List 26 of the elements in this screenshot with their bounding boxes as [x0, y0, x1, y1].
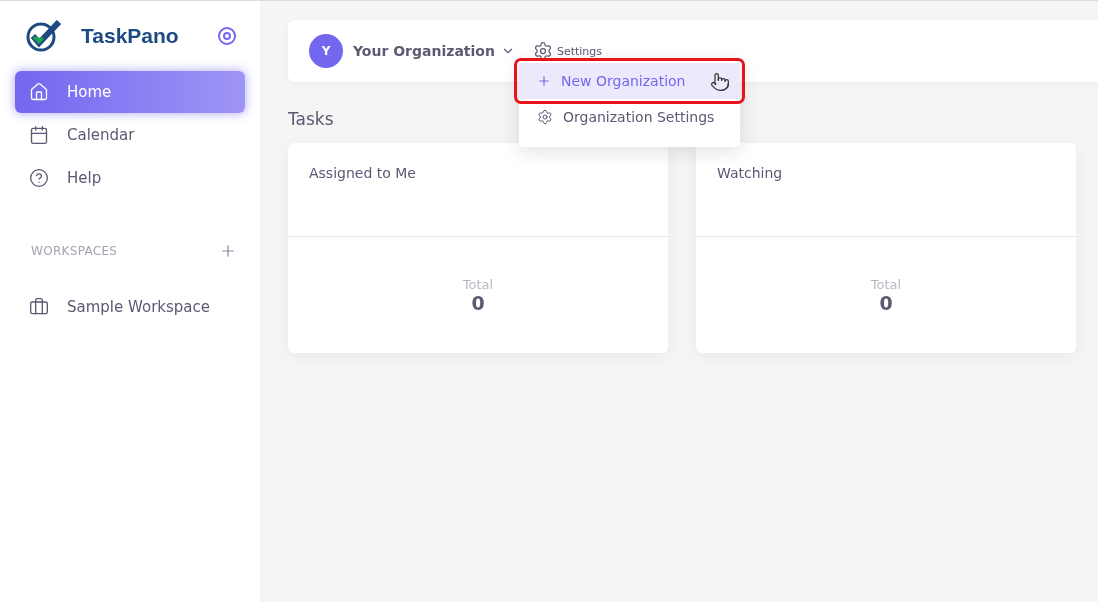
organization-dropdown[interactable]: Your Organization: [353, 43, 515, 59]
total-value: 0: [879, 291, 893, 314]
card-title: Assigned to Me: [309, 165, 416, 181]
section-title: Tasks: [288, 109, 334, 129]
target-icon[interactable]: [217, 26, 237, 46]
nav-item[interactable]: Home: [15, 71, 245, 113]
card-title: Watching: [717, 165, 783, 181]
nav-item[interactable]: Sample Workspace: [15, 286, 245, 328]
plus-icon: [537, 74, 551, 88]
nav-item[interactable]: Calendar: [15, 114, 245, 156]
settings-icon: [532, 41, 553, 61]
menu-item[interactable]: Organization Settings: [519, 99, 740, 135]
avatar: Y: [309, 34, 343, 68]
section-heading: WORKSPACES: [31, 244, 118, 258]
total-label: Total: [462, 276, 494, 292]
settings-icon: [537, 109, 553, 125]
settings-button[interactable]: Settings: [532, 41, 603, 61]
hand-cursor-icon: [710, 72, 730, 92]
brand-name: TaskPano: [81, 24, 180, 48]
home-icon: [29, 82, 49, 102]
total-label: Total: [870, 276, 902, 292]
help-icon: [29, 168, 49, 188]
nav-item[interactable]: Help: [15, 157, 245, 199]
calendar-icon: [29, 125, 49, 145]
briefcase-icon: [29, 297, 49, 317]
total-value: 0: [471, 291, 485, 314]
